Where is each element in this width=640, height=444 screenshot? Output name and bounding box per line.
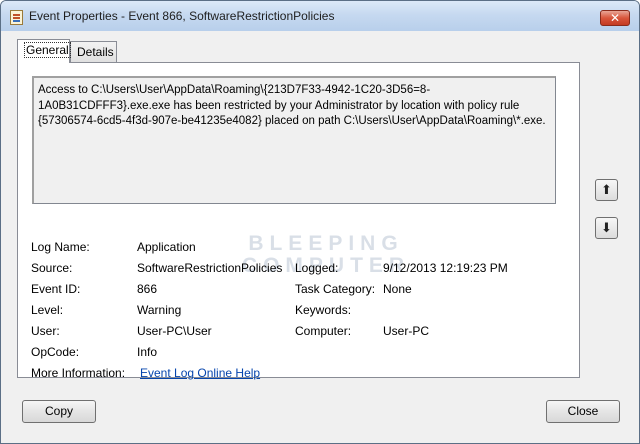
general-panel: Access to C:\Users\User\AppData\Roaming\… [17,62,580,380]
user-value: User-PC\User [137,324,212,338]
event-viewer-icon [10,10,23,25]
computer-value: User-PC [383,324,430,338]
opcode-value: Info [137,345,158,359]
previous-event-button[interactable]: ⬆ [595,179,618,201]
event-id-value: 866 [137,282,158,296]
log-name-value: Application [137,240,196,254]
logged-value: 9/12/2013 12:19:23 PM [383,261,508,275]
event-properties-window: Event Properties - Event 866, SoftwareRe… [0,0,640,444]
level-label: Level: [31,303,64,317]
opcode-label: OpCode: [31,345,80,359]
next-event-button[interactable]: ⬇ [595,217,618,239]
task-category-value: None [383,282,412,296]
tab-general-label: General [24,42,71,58]
event-log-online-help-link[interactable]: Event Log Online Help [140,366,260,380]
window-title: Event Properties - Event 866, SoftwareRe… [29,9,335,23]
event-id-label: Event ID: [31,282,81,296]
tab-details[interactable]: Details [70,41,117,62]
level-value: Warning [137,303,182,317]
arrow-up-icon: ⬆ [601,182,612,197]
task-category-label: Task Category: [295,282,376,296]
dialog-body: General Details Access to C:\Users\User\… [8,31,632,436]
title-bar[interactable]: Event Properties - Event 866, SoftwareRe… [1,1,639,31]
source-value: SoftwareRestrictionPolicies [137,261,283,275]
user-label: User: [31,324,60,338]
logged-label: Logged: [295,261,339,275]
source-label: Source: [31,261,73,275]
computer-label: Computer: [295,324,352,338]
close-button[interactable]: Close [546,400,620,423]
copy-button[interactable]: Copy [22,400,96,423]
arrow-down-icon: ⬇ [601,220,612,235]
tab-details-label: Details [77,45,114,59]
window-close-button[interactable]: ✕ [600,10,630,26]
tab-general[interactable]: General [17,39,71,63]
more-information-label: More Information: [31,366,126,380]
event-description[interactable]: Access to C:\Users\User\AppData\Roaming\… [32,76,556,204]
log-name-label: Log Name: [31,240,90,254]
keywords-label: Keywords: [295,303,352,317]
